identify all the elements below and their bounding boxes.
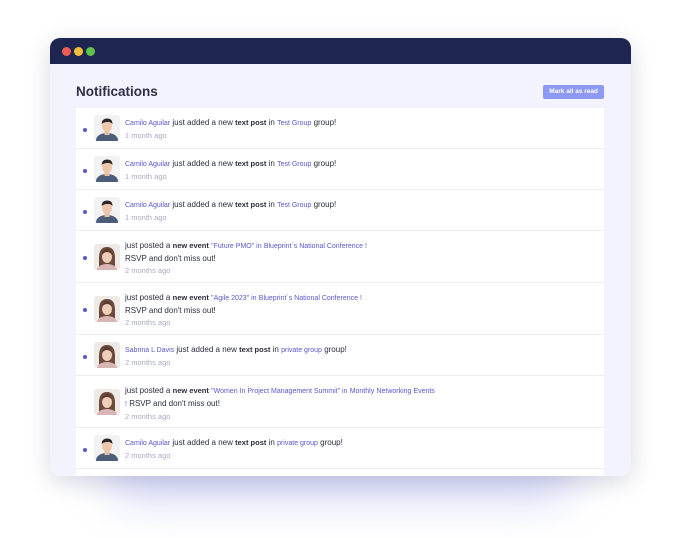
- notification-item[interactable]: just posted a new event "Women In Projec…: [76, 376, 604, 428]
- rsvp-text: RSVP and don't miss out!: [129, 399, 220, 408]
- timestamp: 1 month ago: [125, 131, 167, 140]
- group-link[interactable]: private group: [277, 440, 318, 447]
- notification-item[interactable]: Camilo Aguilar just added a new text pos…: [76, 149, 604, 190]
- notification-item[interactable]: just posted a new event "Future PMO" in …: [76, 231, 604, 283]
- unread-indicator: [83, 448, 87, 452]
- group-link[interactable]: Blueprint´s National Conference !: [264, 243, 367, 250]
- event-link[interactable]: "Future PMO" in: [211, 243, 261, 250]
- notification-text: Camilo Aguilar just added a new text pos…: [125, 437, 595, 462]
- notification-text: just posted a new event "Women In Projec…: [125, 386, 435, 421]
- rsvp-text: RSVP and don't miss out!: [125, 254, 216, 263]
- unread-indicator: [83, 355, 87, 359]
- window-titlebar: [50, 38, 631, 64]
- avatar[interactable]: [94, 156, 120, 182]
- maximize-window-dot[interactable]: [86, 47, 95, 56]
- unread-indicator: [83, 210, 87, 214]
- group-link[interactable]: Test Group: [277, 120, 311, 127]
- group-link[interactable]: Test Group: [277, 202, 311, 209]
- rsvp-text: RSVP and don't miss out!: [125, 306, 216, 315]
- group-link[interactable]: Blueprint´s National Conference !: [259, 295, 362, 302]
- timestamp: 1 month ago: [125, 213, 167, 222]
- close-window-dot[interactable]: [62, 47, 71, 56]
- actor-link[interactable]: Camilo Aguilar: [125, 120, 170, 127]
- group-link[interactable]: Monthly: [350, 388, 375, 395]
- notification-item[interactable]: just posted a new event "Agile 2023" in …: [76, 283, 604, 335]
- avatar[interactable]: [94, 115, 120, 141]
- page-title: Notifications: [76, 84, 158, 99]
- actor-link[interactable]: Sabrina L Davis: [125, 347, 174, 354]
- avatar[interactable]: [94, 435, 120, 461]
- avatar[interactable]: [94, 197, 120, 223]
- avatar[interactable]: [94, 342, 120, 368]
- timestamp: 2 months ago: [125, 266, 171, 275]
- notification-item[interactable]: Camilo Aguilar just added a new text pos…: [76, 428, 604, 469]
- avatar[interactable]: [94, 296, 120, 322]
- notification-text: Camilo Aguilar just added a new text pos…: [125, 117, 595, 142]
- unread-indicator: [83, 169, 87, 173]
- notification-item[interactable]: Camilo Aguilar just added a new text pos…: [76, 190, 604, 231]
- event-link[interactable]: "Women In Project Management Summit" in: [211, 388, 347, 395]
- notification-text: just posted a new event "Agile 2023" in …: [125, 292, 595, 329]
- notification-text: Camilo Aguilar just added a new text pos…: [125, 158, 595, 183]
- minimize-window-dot[interactable]: [74, 47, 83, 56]
- unread-indicator: [83, 256, 87, 260]
- mark-all-read-button[interactable]: Mark all as read: [543, 85, 604, 99]
- notification-text: just posted a new event "Future PMO" in …: [125, 240, 595, 277]
- timestamp: 2 months ago: [125, 412, 171, 421]
- unread-indicator: [83, 308, 87, 312]
- avatar[interactable]: [94, 244, 120, 270]
- actor-link[interactable]: Camilo Aguilar: [125, 161, 170, 168]
- event-link[interactable]: "Agile 2023" in: [211, 295, 256, 302]
- group-link[interactable]: Test Group: [277, 161, 311, 168]
- notification-item[interactable]: Camilo Aguilar just added a new text pos…: [76, 108, 604, 149]
- group-link[interactable]: private group: [281, 347, 322, 354]
- notification-text: Camilo Aguilar just added a new text pos…: [125, 199, 595, 224]
- actor-link[interactable]: Camilo Aguilar: [125, 202, 170, 209]
- timestamp: 2 months ago: [125, 318, 171, 327]
- notifications-header: Notifications Mark all as read: [76, 84, 604, 104]
- avatar[interactable]: [94, 389, 120, 415]
- timestamp: 2 months ago: [125, 358, 171, 367]
- notification-text: Sabrina L Davis just added a new text po…: [125, 344, 595, 369]
- timestamp: 1 month ago: [125, 172, 167, 181]
- app-window: Notifications Mark all as read Camilo Ag…: [50, 38, 631, 476]
- notification-list: Camilo Aguilar just added a new text pos…: [76, 108, 604, 476]
- timestamp: 2 months ago: [125, 451, 171, 460]
- actor-link[interactable]: Camilo Aguilar: [125, 440, 170, 447]
- unread-indicator: [83, 128, 87, 132]
- notification-item[interactable]: Sabrina L Davis just added a new text po…: [76, 335, 604, 376]
